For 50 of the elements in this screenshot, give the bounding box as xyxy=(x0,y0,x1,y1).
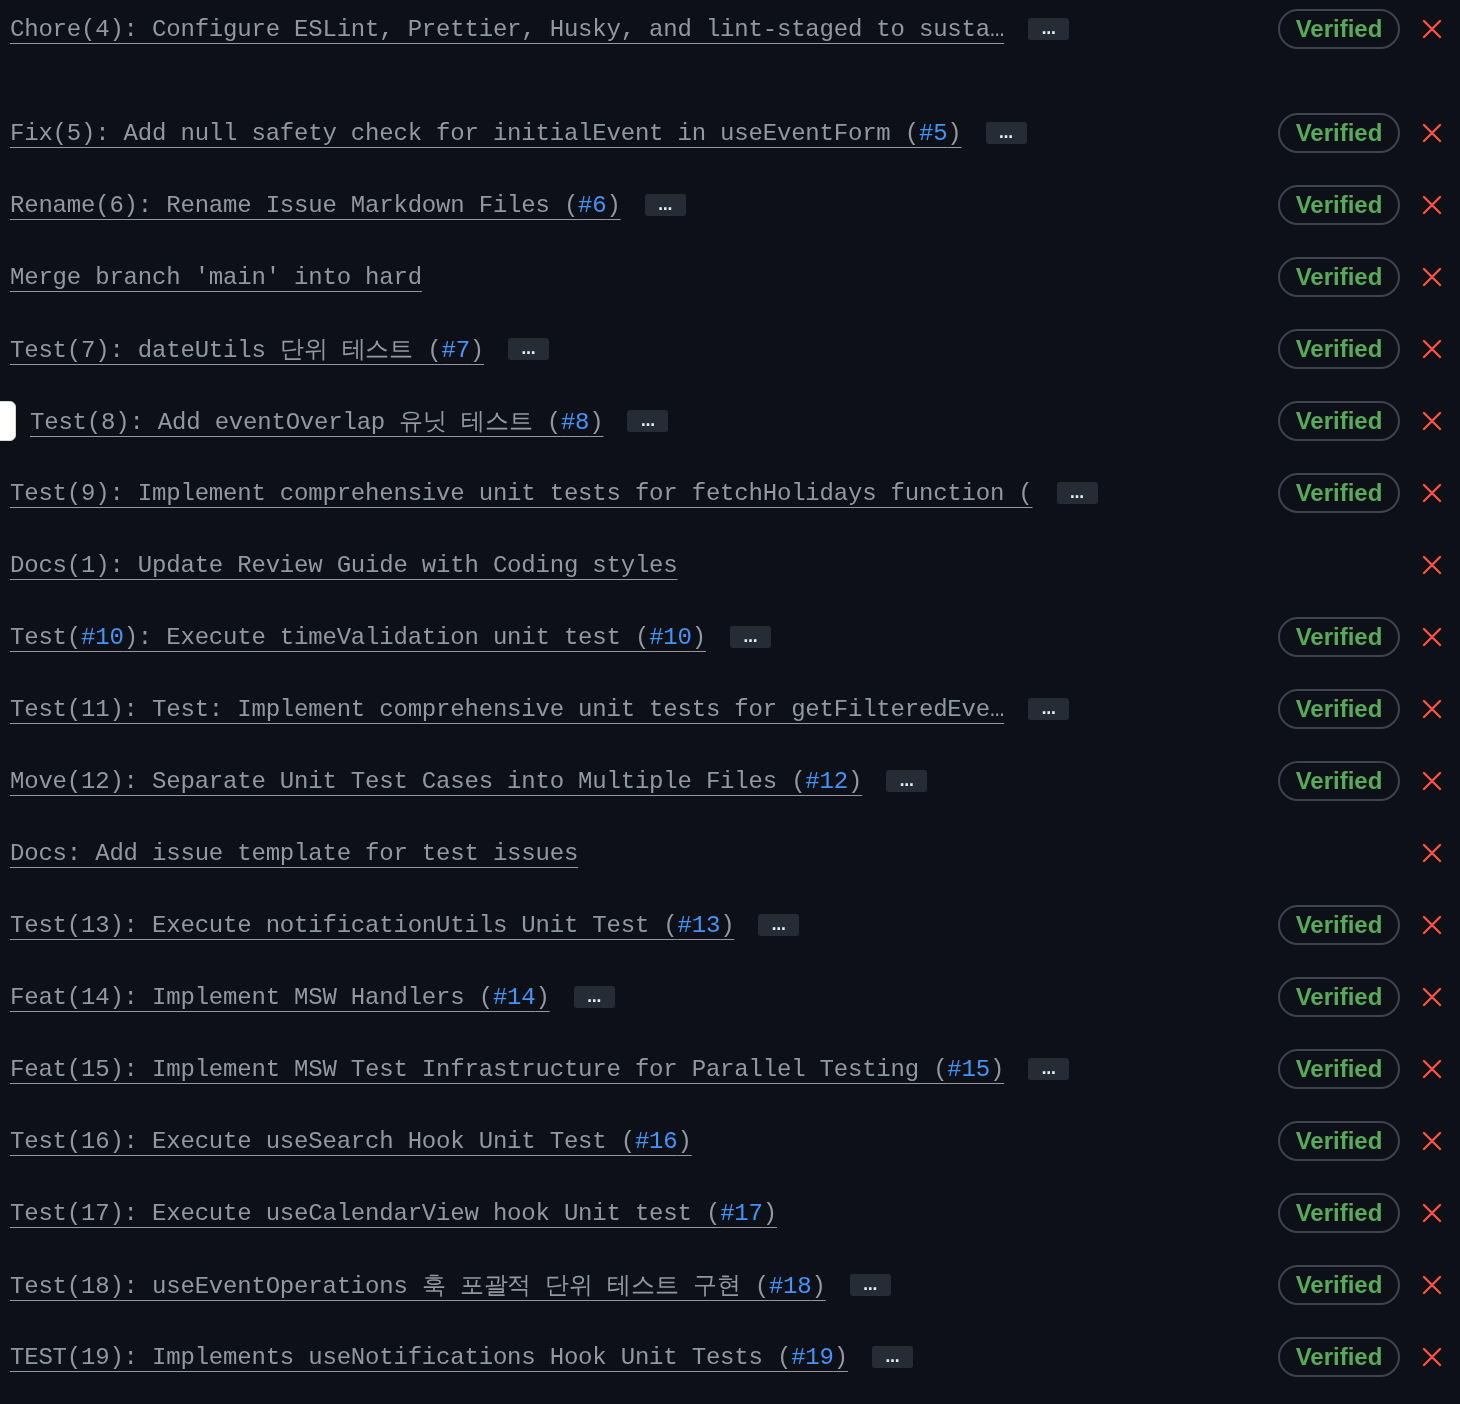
verified-badge[interactable]: Verified xyxy=(1278,977,1400,1017)
commit-title-link[interactable]: Test(11): Test: Implement comprehensive unit tests for getFilteredEve… xyxy=(10,695,1005,723)
more-button[interactable]: … xyxy=(1028,698,1070,720)
verified-badge[interactable]: Verified xyxy=(1278,9,1400,49)
commit-title-link[interactable]: Test(13): Execute notificationUtils Unit Test (#13) xyxy=(10,911,735,939)
verified-badge[interactable]: Verified xyxy=(1278,1265,1400,1305)
verified-badge[interactable]: Verified xyxy=(1278,617,1400,657)
commit-title-link[interactable]: Test(17): Execute useCalendarView hook Unit test (#17) xyxy=(10,1199,777,1227)
verified-badge[interactable]: Verified xyxy=(1278,185,1400,225)
verified-badge[interactable]: Verified xyxy=(1278,401,1400,441)
verified-badge[interactable]: Verified xyxy=(1278,905,1400,945)
verified-badge[interactable]: Verified xyxy=(1278,257,1400,297)
commit-title-link[interactable]: Chore(4): Configure ESLint, Prettier, Husky, and lint-staged to susta… xyxy=(10,15,1005,43)
verified-badge[interactable]: Verified xyxy=(1278,761,1400,801)
verified-badge[interactable]: Verified xyxy=(1278,1337,1400,1377)
more-button[interactable]: … xyxy=(758,914,800,936)
commit-title-link[interactable]: Move(12): Separate Unit Test Cases into Multiple Files (#12) xyxy=(10,767,863,795)
verified-badge[interactable]: Verified xyxy=(1278,473,1400,513)
verified-badge[interactable]: Verified xyxy=(1278,329,1400,369)
commit-title-link[interactable]: TEST(19): Implements useNotifications Hook Unit Tests (#19) xyxy=(10,1343,848,1371)
more-button[interactable]: … xyxy=(627,410,669,432)
commit-title-link[interactable]: Test(#10): Execute timeValidation unit test (#10) xyxy=(10,623,706,651)
commit-title-link[interactable]: Fix(5): Add null safety check for initialEvent in useEventForm (#5) xyxy=(10,119,962,147)
commit-title-link[interactable]: Test(18): useEventOperations 훅 포괄적 단위 테스트 구현 (#18) xyxy=(10,1269,826,1301)
more-button[interactable]: … xyxy=(849,1274,891,1296)
more-button[interactable]: … xyxy=(508,338,550,360)
more-button[interactable]: … xyxy=(871,1346,913,1368)
verified-badge[interactable]: Verified xyxy=(1278,1193,1400,1233)
commit-title-link[interactable]: Test(7): dateUtils 단위 테스트 (#7) xyxy=(10,333,485,365)
commit-title-link[interactable]: Feat(15): Implement MSW Test Infrastructure for Parallel Testing (#15) xyxy=(10,1055,1005,1083)
more-button[interactable]: … xyxy=(985,122,1027,144)
commit-title-link[interactable]: Docs: Add issue template for test issues xyxy=(10,839,579,867)
more-button[interactable]: … xyxy=(644,194,686,216)
more-button[interactable]: … xyxy=(1028,18,1070,40)
verified-badge[interactable]: Verified xyxy=(1278,113,1400,153)
more-button[interactable]: … xyxy=(1056,482,1098,504)
commit-title-link[interactable]: Test(9): Implement comprehensive unit tests for fetchHolidays function ( xyxy=(10,479,1033,507)
verified-badge[interactable]: Verified xyxy=(1278,1049,1400,1089)
more-button[interactable]: … xyxy=(573,986,615,1008)
commit-title-link[interactable]: Test(8): Add eventOverlap 유닛 테스트 (#8) xyxy=(30,405,604,437)
commit-title-link[interactable]: Docs(1): Update Review Guide with Coding styles xyxy=(10,551,678,579)
commit-title-link[interactable]: Rename(6): Rename Issue Markdown Files (#6) xyxy=(10,191,621,219)
verified-badge[interactable]: Verified xyxy=(1278,689,1400,729)
more-button[interactable]: … xyxy=(729,626,771,648)
verified-badge[interactable]: Verified xyxy=(1278,1121,1400,1161)
more-button[interactable]: … xyxy=(886,770,928,792)
commit-title-link[interactable]: Test(16): Execute useSearch Hook Unit Test (#16) xyxy=(10,1127,692,1155)
commit-title-link[interactable]: Merge branch 'main' into hard xyxy=(10,263,422,291)
more-button[interactable]: … xyxy=(1028,1058,1070,1080)
commit-title-link[interactable]: Feat(14): Implement MSW Handlers (#14) xyxy=(10,983,550,1011)
